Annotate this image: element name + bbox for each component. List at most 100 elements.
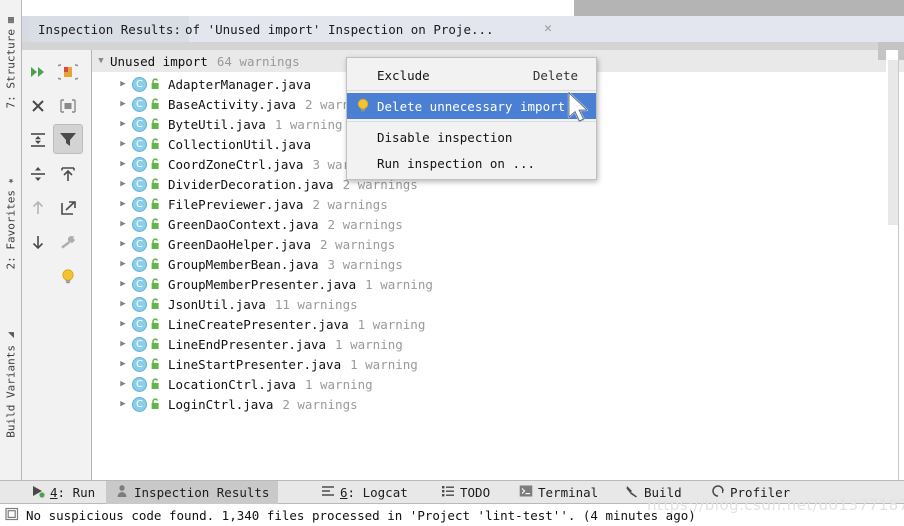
settings-wrench-icon[interactable] bbox=[54, 228, 82, 256]
menu-item-exclude-label: Exclude bbox=[377, 67, 430, 83]
bottom-tab-run-label: Run bbox=[72, 485, 96, 500]
vbar-item-structure[interactable]: 7: Structure ▦ bbox=[0, 14, 21, 109]
structure-icon: ▦ bbox=[5, 14, 17, 25]
warning-count: 2 warnings bbox=[312, 196, 388, 212]
table-row[interactable]: ▶ C LineEndPresenter.java 1 warning bbox=[92, 334, 904, 354]
file-name: LineEndPresenter.java bbox=[168, 336, 327, 352]
warning-count: 2 warnings bbox=[327, 216, 403, 232]
menu-item-delete-unnecessary-import[interactable]: Delete unnecessary import bbox=[347, 93, 596, 119]
bottom-tab-logcat-num: 6 bbox=[340, 485, 348, 500]
triangle-right-icon[interactable]: ▶ bbox=[114, 219, 132, 229]
ide-window: 7: Structure ▦ 2: Favorites ★ Build Vari… bbox=[0, 0, 904, 526]
close-icon[interactable]: ✕ bbox=[541, 22, 555, 36]
menu-separator bbox=[347, 121, 596, 122]
menu-item-run-inspection-on[interactable]: Run inspection on ... bbox=[347, 150, 596, 176]
table-row[interactable]: ▶ C GroupMemberPresenter.java 1 warning bbox=[92, 274, 904, 294]
triangle-right-icon[interactable]: ▶ bbox=[114, 319, 132, 329]
menu-item-disable-inspection[interactable]: Disable inspection bbox=[347, 124, 596, 150]
vertical-scrollbar-thumb[interactable] bbox=[888, 60, 898, 225]
triangle-right-icon[interactable]: ▶ bbox=[114, 299, 132, 309]
class-icon: C bbox=[132, 396, 147, 412]
triangle-right-icon[interactable]: ▶ bbox=[114, 339, 132, 349]
export-icon[interactable] bbox=[54, 160, 82, 188]
lock-icon bbox=[150, 338, 163, 350]
file-name: LineStartPresenter.java bbox=[168, 356, 342, 372]
table-row[interactable]: ▶ C GreenDaoContext.java 2 warnings bbox=[92, 214, 904, 234]
triangle-right-icon[interactable]: ▶ bbox=[114, 239, 132, 249]
lock-icon bbox=[150, 218, 163, 230]
triangle-right-icon[interactable]: ▶ bbox=[114, 359, 132, 369]
bottom-tab-todo[interactable]: TODO bbox=[432, 481, 499, 504]
bottom-tab-build[interactable]: Build bbox=[616, 481, 691, 504]
class-icon: C bbox=[132, 116, 147, 132]
lock-icon bbox=[150, 98, 163, 110]
group-by-severity-icon[interactable] bbox=[54, 58, 82, 86]
file-name: GreenDaoContext.java bbox=[168, 216, 319, 232]
profiler-icon bbox=[711, 484, 725, 501]
triangle-right-icon[interactable]: ▶ bbox=[114, 159, 132, 169]
table-row[interactable]: ▶ C JsonUtil.java 11 warnings bbox=[92, 294, 904, 314]
bottom-tool-tabs: 4: Run Inspection Results 6: Logcat TODO… bbox=[0, 480, 904, 504]
triangle-right-icon[interactable]: ▶ bbox=[114, 279, 132, 289]
menu-item-exclude[interactable]: Exclude Delete bbox=[347, 62, 596, 88]
triangle-right-icon[interactable]: ▶ bbox=[114, 99, 132, 109]
bottom-tab-profiler[interactable]: Profiler bbox=[702, 481, 799, 504]
group-by-directory-icon[interactable] bbox=[54, 92, 82, 120]
bottom-tab-terminal[interactable]: Terminal bbox=[510, 481, 607, 504]
warning-count: 1 warning bbox=[274, 116, 343, 132]
lock-icon bbox=[150, 358, 163, 370]
file-name: BaseActivity.java bbox=[168, 96, 296, 112]
bottom-tab-profiler-label: Profiler bbox=[730, 485, 791, 500]
file-name: GroupMemberBean.java bbox=[168, 256, 319, 272]
table-row[interactable]: ▶ C LineStartPresenter.java 1 warning bbox=[92, 354, 904, 374]
triangle-right-icon[interactable]: ▶ bbox=[114, 79, 132, 89]
table-row[interactable]: ▶ C LineCreatePresenter.java 1 warning bbox=[92, 314, 904, 334]
class-icon: C bbox=[132, 336, 147, 352]
status-bar: No suspicious code found. 1,340 files pr… bbox=[0, 504, 904, 526]
class-icon: C bbox=[132, 176, 147, 192]
bottom-tab-logcat[interactable]: 6: Logcat bbox=[312, 481, 417, 504]
lock-icon bbox=[150, 138, 163, 150]
tabstrip-left-edge bbox=[22, 16, 30, 42]
table-row[interactable]: ▶ C GroupMemberBean.java 3 warnings bbox=[92, 254, 904, 274]
vbar-build-variants-label: Build Variants bbox=[4, 345, 18, 438]
class-icon: C bbox=[132, 96, 147, 112]
warning-count: 1 warning bbox=[350, 356, 418, 372]
open-in-editor-icon[interactable] bbox=[54, 194, 82, 222]
lightbulb-icon[interactable] bbox=[54, 262, 82, 290]
triangle-right-icon[interactable]: ▶ bbox=[114, 399, 132, 409]
triangle-right-icon[interactable]: ▶ bbox=[114, 179, 132, 189]
warning-count: 1 warning bbox=[304, 376, 373, 392]
vbar-favorites-label: 2: Favorites bbox=[4, 190, 18, 270]
table-row[interactable]: ▶ C FilePreviewer.java 2 warnings bbox=[92, 194, 904, 214]
terminal-icon bbox=[519, 484, 533, 501]
triangle-right-icon[interactable]: ▶ bbox=[114, 199, 132, 209]
menu-item-run-inspection-on-label: Run inspection on ... bbox=[377, 155, 536, 171]
file-name: JsonUtil.java bbox=[168, 296, 266, 312]
triangle-right-icon[interactable]: ▶ bbox=[114, 139, 132, 149]
table-row[interactable]: ▶ C GreenDaoHelper.java 2 warnings bbox=[92, 234, 904, 254]
vbar-structure-label: 7: Structure bbox=[4, 29, 18, 109]
triangle-right-icon[interactable]: ▶ bbox=[114, 119, 132, 129]
filter-icon[interactable] bbox=[53, 124, 83, 154]
class-icon: C bbox=[132, 196, 147, 212]
vbar-item-build-variants[interactable]: Build Variants ◣ bbox=[0, 330, 21, 438]
vbar-item-favorites[interactable]: 2: Favorites ★ bbox=[0, 175, 21, 270]
file-name: FilePreviewer.java bbox=[168, 196, 304, 212]
triangle-right-icon[interactable]: ▶ bbox=[114, 379, 132, 389]
bottom-tab-inspection-results[interactable]: Inspection Results bbox=[106, 481, 279, 504]
inspection-tab-title[interactable]: Inspection Results: bbox=[30, 16, 189, 42]
build-variants-icon: ◣ bbox=[5, 330, 17, 341]
class-icon: C bbox=[132, 356, 147, 372]
triangle-right-icon[interactable]: ▶ bbox=[114, 259, 132, 269]
menu-separator bbox=[347, 90, 596, 91]
top-gray-strip bbox=[574, 0, 904, 16]
triangle-down-icon[interactable]: ▼ bbox=[92, 56, 110, 66]
bottom-tab-run[interactable]: 4: Run bbox=[22, 481, 104, 504]
table-row[interactable]: ▶ C LoginCtrl.java 2 warnings bbox=[92, 394, 904, 414]
file-name: ByteUtil.java bbox=[168, 116, 266, 132]
class-icon: C bbox=[132, 296, 147, 312]
lock-icon bbox=[150, 398, 163, 410]
bottom-tab-build-label: Build bbox=[644, 485, 682, 500]
table-row[interactable]: ▶ C LocationCtrl.java 1 warning bbox=[92, 374, 904, 394]
